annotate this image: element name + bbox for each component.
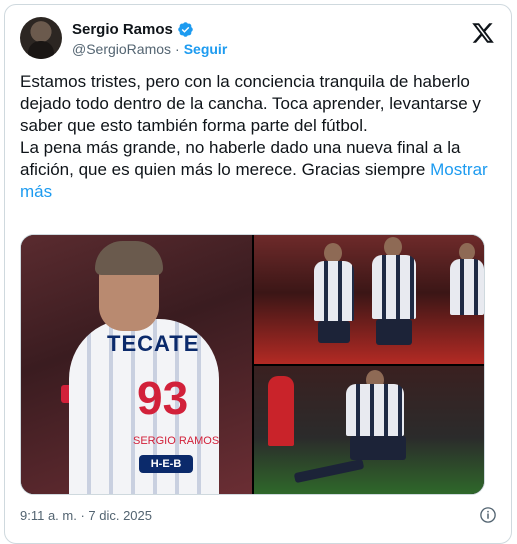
info-icon[interactable]	[479, 506, 497, 524]
author-handle[interactable]: @SergioRamos	[72, 41, 171, 57]
player-figure	[314, 261, 354, 321]
tweet-timestamp[interactable]: 9:11 a. m. · 7 dic. 2025	[20, 508, 152, 523]
player-hair	[95, 241, 163, 275]
verified-badge-icon	[178, 21, 193, 37]
player-figure	[450, 259, 484, 315]
player-figure	[372, 255, 416, 319]
opponent-figure	[268, 376, 294, 446]
player-head	[324, 243, 342, 263]
player-figure	[346, 384, 404, 436]
player-head	[384, 237, 402, 257]
player-shorts	[318, 321, 350, 343]
photo-players-standing[interactable]	[254, 235, 484, 364]
player-shorts	[376, 319, 412, 345]
player-leg	[293, 458, 365, 484]
x-logo-icon[interactable]	[471, 21, 495, 45]
photo-player-back[interactable]: TECATE 93 SERGIO RAMOS H-E-B	[21, 235, 252, 494]
shirt-name: SERGIO RAMOS	[133, 435, 220, 447]
follow-link[interactable]: Seguir	[184, 41, 228, 57]
tweet-header: Sergio Ramos @SergioRamos · Seguir	[20, 17, 497, 63]
player-shorts	[350, 436, 406, 460]
shirt-number: 93	[137, 372, 189, 424]
author-block: Sergio Ramos @SergioRamos · Seguir	[72, 19, 227, 59]
tweet-footer: 9:11 a. m. · 7 dic. 2025	[20, 503, 497, 527]
separator-dot: ·	[175, 41, 180, 57]
tweet-card[interactable]: Sergio Ramos @SergioRamos · Seguir Estam…	[4, 4, 512, 544]
shirt-brand: TECATE	[107, 331, 200, 356]
author-display-name[interactable]: Sergio Ramos	[72, 21, 173, 38]
tweet-text: Estamos tristes, pero con la conciencia …	[20, 71, 498, 203]
shirt-sponsor: H-E-B	[139, 455, 193, 473]
avatar[interactable]	[20, 17, 62, 59]
media-grid: TECATE 93 SERGIO RAMOS H-E-B	[20, 234, 485, 495]
photo-player-kick[interactable]	[254, 366, 484, 494]
tweet-body: Estamos tristes, pero con la conciencia …	[20, 72, 481, 179]
